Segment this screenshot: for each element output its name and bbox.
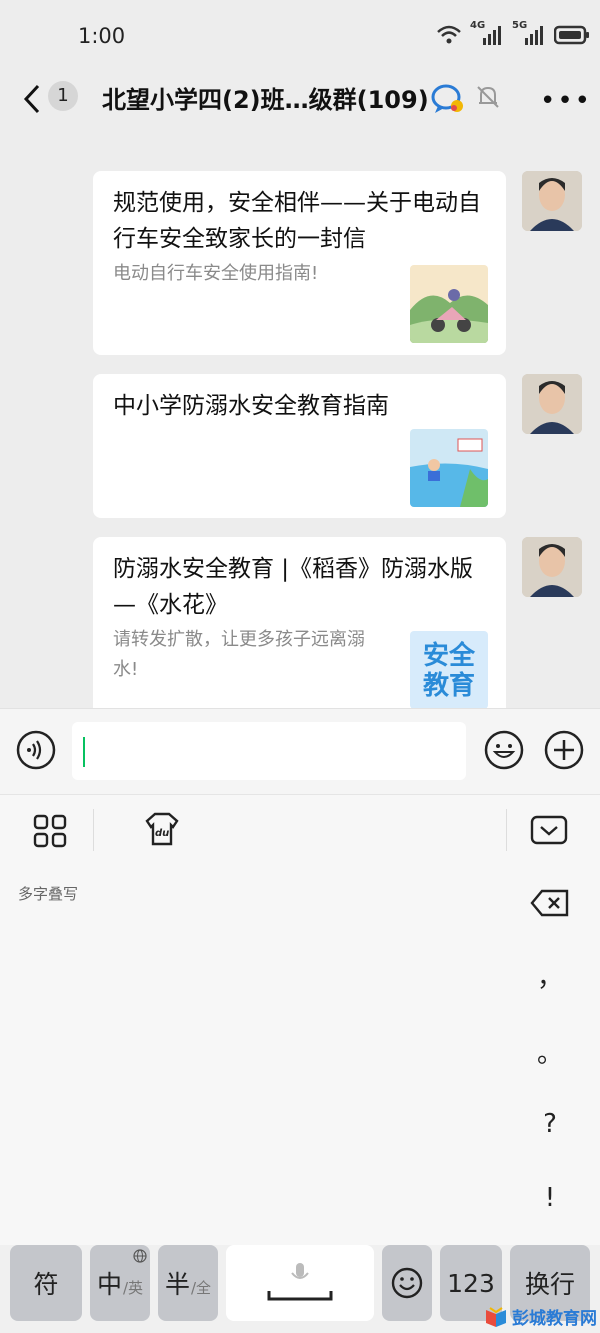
signal-5g-icon: 5G <box>512 20 546 46</box>
unread-count-badge[interactable]: 1 <box>48 81 78 111</box>
link-card-message[interactable]: 防溺水安全教育 |《稻香》防溺水版—《水花》 请转发扩散，让更多孩子远离溺水! … <box>93 537 506 708</box>
more-menu-button[interactable]: ••• <box>540 86 592 116</box>
punctuation-question[interactable]: ? <box>525 1109 575 1139</box>
key-label: 符 <box>33 1270 59 1299</box>
bell-off-icon <box>477 86 499 108</box>
punctuation-period[interactable]: 。 <box>525 1033 575 1070</box>
key-label: 123 <box>447 1268 495 1298</box>
key-sub-label: /全 <box>190 1278 212 1297</box>
handwriting-mode-hint: 多字叠写 <box>18 885 79 903</box>
card-title: 防溺水安全教育 |《稻香》防溺水版—《水花》 <box>113 556 474 618</box>
keyboard-toolbar: du <box>0 794 600 866</box>
card-thumbnail-safety: 安全教育 <box>410 631 488 708</box>
back-arrow-icon[interactable] <box>20 82 50 116</box>
plus-icon[interactable] <box>543 729 585 771</box>
message-input-bar <box>0 708 600 795</box>
emoji-key[interactable] <box>382 1245 432 1321</box>
card-title: 规范使用，安全相伴——关于电动自行车安全致家长的一封信 <box>113 190 481 252</box>
backspace-icon[interactable] <box>530 889 570 917</box>
battery-icon <box>554 25 589 45</box>
svg-text:du: du <box>155 828 169 839</box>
message-text-input[interactable] <box>72 722 466 780</box>
card-thumbnail-swimming <box>410 429 488 507</box>
key-label: 换行 <box>524 1270 575 1299</box>
chat-header: 1 北望小学四(2)班…级群(109) ••• <box>0 72 600 128</box>
status-bar: 1:00 4G 5G <box>0 0 600 72</box>
link-card-message[interactable]: 中小学防溺水安全教育指南 <box>93 374 506 518</box>
card-thumbnail-scooter <box>410 265 488 343</box>
emoji-icon <box>391 1267 423 1299</box>
message-list[interactable]: 规范使用，安全相伴——关于电动自行车安全致家长的一封信 电动自行车安全使用指南!… <box>0 140 600 708</box>
clock: 1:00 <box>78 24 126 48</box>
card-description: 电动自行车安全使用指南! <box>113 263 319 284</box>
status-icons: 4G 5G <box>436 20 590 46</box>
book-logo-icon <box>486 1306 506 1327</box>
card-title: 中小学防溺水安全教育指南 <box>113 393 389 419</box>
hide-keyboard-icon[interactable] <box>530 815 568 845</box>
punctuation-exclamation[interactable]: ! <box>525 1183 575 1213</box>
half-full-width-key[interactable]: 半/全 <box>158 1245 218 1321</box>
watermark-text: 彭城教育网 <box>512 1309 597 1329</box>
toolbar-divider <box>93 809 94 851</box>
sender-avatar[interactable] <box>522 537 582 597</box>
symbol-key[interactable]: 符 <box>10 1245 82 1321</box>
globe-icon <box>133 1249 147 1263</box>
emoji-icon[interactable] <box>483 729 525 771</box>
link-card-message[interactable]: 规范使用，安全相伴——关于电动自行车安全致家长的一封信 电动自行车安全使用指南! <box>93 171 506 355</box>
key-label: 中 <box>96 1270 122 1299</box>
key-sub-label: /英 <box>122 1278 144 1297</box>
du-skin-icon[interactable]: du <box>143 811 181 847</box>
sender-avatar[interactable] <box>522 171 582 231</box>
punctuation-comma[interactable]: ， <box>525 957 575 994</box>
text-caret <box>83 737 85 767</box>
microphone-space-icon <box>267 1263 333 1301</box>
app-grid-icon[interactable] <box>33 814 67 848</box>
chat-bubble-brand-icon <box>431 84 463 113</box>
voice-input-icon[interactable] <box>16 730 56 770</box>
key-label: 半 <box>164 1270 190 1299</box>
handwriting-pad[interactable]: 多字叠写 ， 。 ? ! <box>0 865 600 1245</box>
sender-avatar[interactable] <box>522 374 582 434</box>
space-key[interactable] <box>226 1245 374 1321</box>
thumbnail-text: 安全教育 <box>422 641 475 701</box>
site-watermark: 彭城教育网 <box>484 1304 597 1329</box>
language-switch-key[interactable]: 中/英 <box>90 1245 150 1321</box>
card-description: 请转发扩散，让更多孩子远离溺水! <box>113 629 365 680</box>
group-title[interactable]: 北望小学四(2)班…级群(109) <box>102 80 429 115</box>
wifi-icon <box>437 25 461 44</box>
signal-4g-icon: 4G <box>470 20 504 46</box>
toolbar-divider <box>506 809 507 851</box>
